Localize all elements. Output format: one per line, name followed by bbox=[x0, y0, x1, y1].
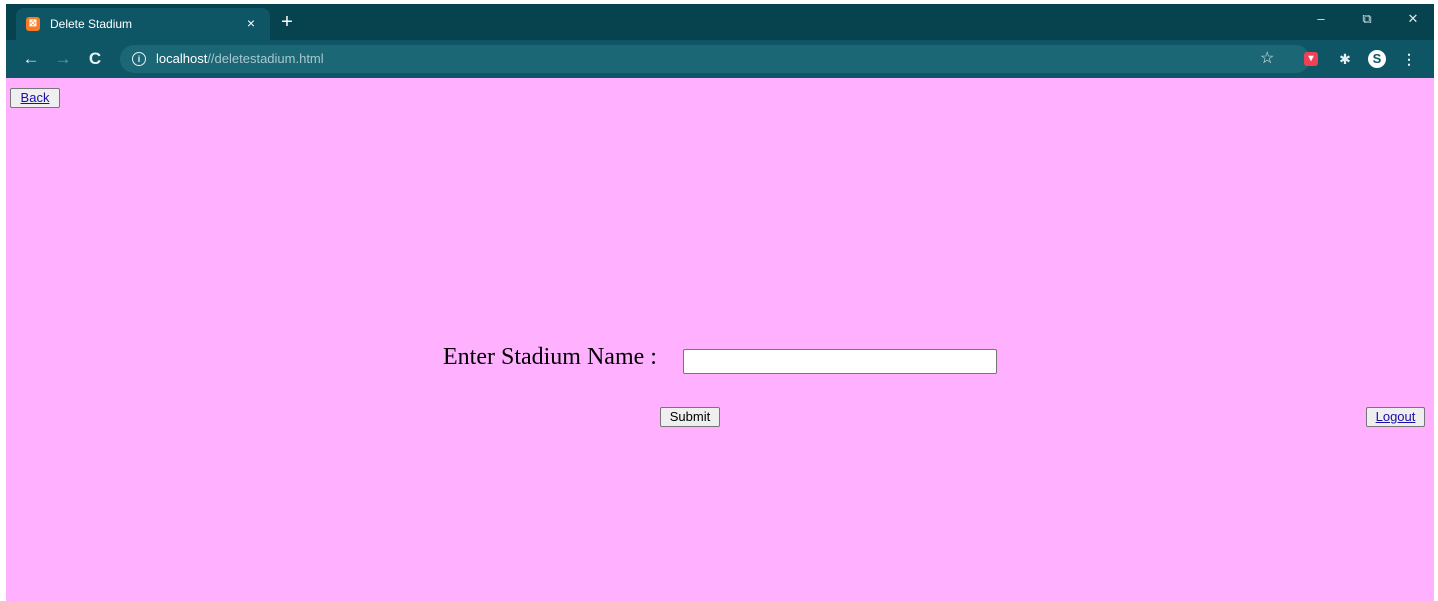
logout-button[interactable]: Logout bbox=[1366, 407, 1425, 427]
menu-icon[interactable]: ⋮ bbox=[1400, 50, 1418, 68]
close-window-icon[interactable]: ✕ bbox=[1398, 9, 1428, 29]
tab-delete-stadium[interactable]: ⊠ Delete Stadium × bbox=[16, 8, 270, 40]
tab-title: Delete Stadium bbox=[50, 17, 133, 31]
stadium-name-input[interactable] bbox=[683, 349, 997, 374]
profile-icon[interactable]: S bbox=[1368, 50, 1386, 68]
bookmark-star-icon[interactable]: ☆ bbox=[1260, 48, 1274, 68]
logout-link[interactable]: Logout bbox=[1376, 409, 1416, 424]
browser-window: ⊠ Delete Stadium × + – ⧉ ✕ ← → C i local… bbox=[6, 4, 1434, 601]
pocket-icon[interactable]: ▾ bbox=[1304, 52, 1318, 66]
restore-icon[interactable]: ⧉ bbox=[1352, 9, 1382, 29]
page-content: Back Enter Stadium Name : Submit Logout bbox=[6, 78, 1434, 601]
url-host: localhost bbox=[156, 51, 208, 66]
tab-bar: ⊠ Delete Stadium × + – ⧉ ✕ bbox=[6, 4, 1434, 40]
stadium-name-label: Enter Stadium Name : bbox=[443, 344, 657, 370]
address-bar[interactable]: i localhost//deletestadium.html ☆ bbox=[120, 45, 1310, 73]
info-icon[interactable]: i bbox=[132, 52, 146, 66]
back-arrow-icon[interactable]: ← bbox=[20, 48, 42, 70]
url-text[interactable]: localhost//deletestadium.html bbox=[156, 51, 324, 66]
forward-arrow-icon[interactable]: → bbox=[52, 48, 74, 70]
minimize-icon[interactable]: – bbox=[1306, 9, 1336, 29]
submit-button[interactable]: Submit bbox=[660, 407, 720, 427]
close-tab-icon[interactable]: × bbox=[242, 14, 260, 32]
back-button[interactable]: Back bbox=[10, 88, 60, 108]
reload-icon[interactable]: C bbox=[84, 48, 106, 70]
browser-toolbar: ← → C i localhost//deletestadium.html ☆ … bbox=[6, 40, 1434, 78]
back-link[interactable]: Back bbox=[21, 90, 50, 105]
new-tab-button[interactable]: + bbox=[276, 11, 298, 33]
url-path: //deletestadium.html bbox=[207, 51, 324, 66]
puzzle-icon[interactable]: ✱ bbox=[1336, 50, 1354, 68]
xampp-icon: ⊠ bbox=[26, 17, 40, 31]
